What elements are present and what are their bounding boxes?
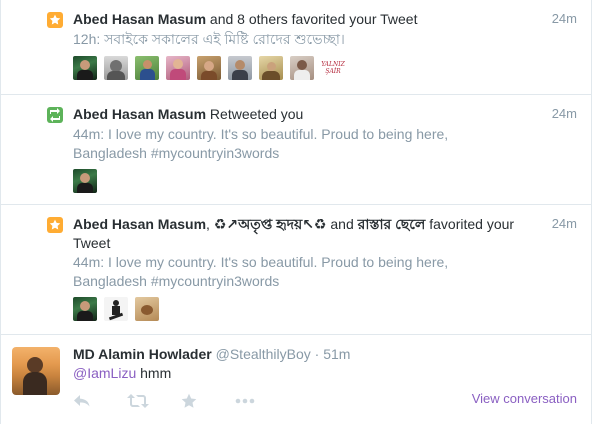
timestamp[interactable]: 24m [552,106,577,121]
retweet-button[interactable] [127,391,181,411]
avatar[interactable] [228,56,252,80]
notification-line: Abed Hasan Masum, ♻↗অতৃপ্ত হৃদয়↖♻ and র… [73,216,515,251]
avatar-row: YALNIZ ŞAİR [73,56,345,80]
author-name[interactable]: MD Alamin Howlader [73,346,212,362]
tweet-preview[interactable]: 44m: I love my country. It's so beautifu… [73,125,541,163]
tweet-preview-line: Bangladesh #mycountryin3words [73,144,541,163]
more-icon [235,398,255,404]
star-icon [47,217,63,233]
tweet-time[interactable]: 51m [323,346,350,362]
avatar[interactable] [166,56,190,80]
action-text: Tweet [73,235,111,251]
favorite-button[interactable] [181,391,235,411]
avatar[interactable] [197,56,221,80]
timestamp[interactable]: 24m [552,216,577,231]
retweet-icon [47,107,63,123]
avatar[interactable] [73,56,97,80]
separator: · [310,346,324,362]
action-text: and 8 others favorited your Tweet [206,11,418,27]
tweet-text: @IamLizu hmm [73,364,531,383]
notification-line: Abed Hasan Masum and 8 others favorited … [73,10,531,29]
tweet-preview-line: Bangladesh #mycountryin3words [73,272,541,291]
tweet-preview-line: 44m: I love my country. It's so beautifu… [73,126,449,142]
preview-text: Bangladesh [73,145,151,161]
view-conversation-link[interactable]: View conversation [472,391,577,406]
hashtag-link[interactable]: #mycountryin3words [151,145,279,161]
action-text: Retweeted you [206,106,304,122]
actor-name[interactable]: রাস্তার ছেলে [358,216,426,232]
timestamp[interactable]: 24m [552,11,577,26]
tweet-preview-line: 44m: I love my country. It's so beautifu… [73,254,449,270]
tweet-actions [73,391,289,411]
favorite-icon [181,393,197,408]
tweet[interactable]: MD Alamin Howlader @StealthilyBoy · 51m … [1,335,591,424]
avatar[interactable] [135,297,159,321]
avatar[interactable] [135,56,159,80]
reply-icon [74,395,90,407]
actor-name[interactable]: ♻↗অতৃপ্ত হৃদয়↖♻ [214,216,327,232]
avatar[interactable] [73,297,97,321]
actor-name[interactable]: Abed Hasan Masum [73,11,206,27]
retweet-icon [127,394,149,408]
notifications-stream: Abed Hasan Masum and 8 others favorited … [0,0,592,424]
hashtag-link[interactable]: #mycountryin3words [151,273,279,289]
star-icon [47,12,63,28]
actor-name[interactable]: Abed Hasan Masum [73,106,206,122]
tweet-header: MD Alamin Howlader @StealthilyBoy · 51m [73,345,531,364]
more-button[interactable] [235,391,289,411]
author-handle[interactable]: @StealthilyBoy [216,346,311,362]
avatar[interactable]: YALNIZ ŞAİR [321,56,345,80]
tweet-preview[interactable]: 44m: I love my country. It's so beautifu… [73,253,541,291]
avatar[interactable] [73,169,97,193]
action-text: favorited your [425,216,515,232]
mention-link[interactable]: @IamLizu [73,365,136,381]
avatar[interactable] [259,56,283,80]
tweet-body: hmm [136,365,172,381]
notification-retweet[interactable]: Abed Hasan Masum Retweeted you 24m 44m: … [1,95,591,205]
notification-favorite-2[interactable]: Abed Hasan Masum, ♻↗অতৃপ্ত হৃদয়↖♻ and র… [1,205,591,335]
notification-line: Abed Hasan Masum Retweeted you [73,105,531,124]
avatar-row [73,169,97,193]
actor-name[interactable]: Abed Hasan Masum [73,216,206,232]
and-text: and [326,216,358,232]
preview-text: Bangladesh [73,273,151,289]
tweet-preview[interactable]: 12h: সবাইকে সকালের এই মিষ্টি রোদের শুভেচ… [73,30,541,49]
avatar[interactable] [12,347,60,395]
avatar[interactable] [290,56,314,80]
avatar[interactable] [104,297,128,321]
avatar-badge-text: YALNIZ ŞAİR [321,61,345,75]
avatar[interactable] [104,56,128,80]
notification-favorite-1[interactable]: Abed Hasan Masum and 8 others favorited … [1,0,591,95]
avatar-row [73,297,159,321]
reply-button[interactable] [73,391,127,411]
